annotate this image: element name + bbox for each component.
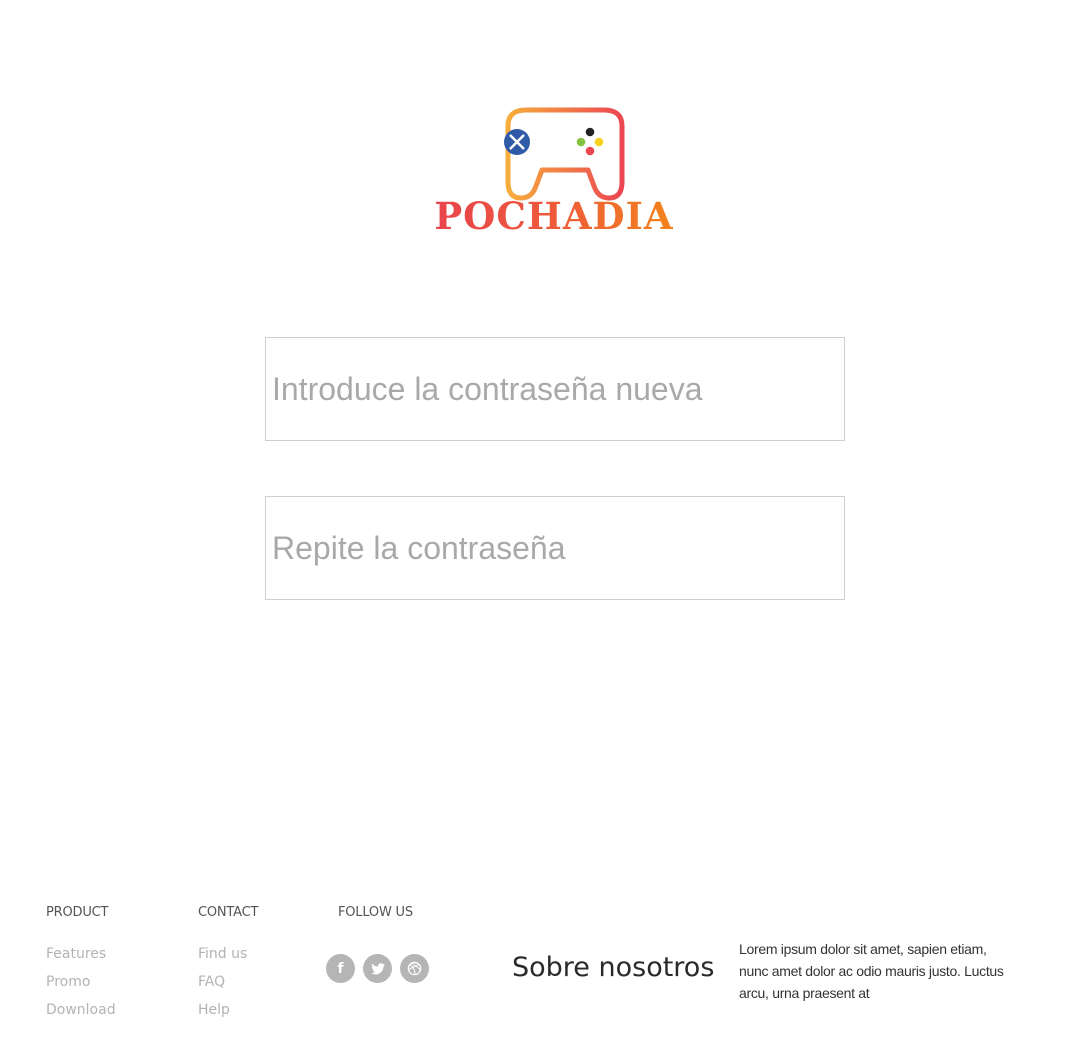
footer-product-column: PRODUCT Features Promo Download [46,904,116,1024]
footer-link-help[interactable]: Help [198,996,258,1024]
footer-link-find-us[interactable]: Find us [198,940,258,968]
dribbble-icon[interactable] [400,954,429,983]
new-password-input[interactable] [265,337,845,441]
footer-follow-title: FOLLOW US [338,905,413,920]
repeat-password-input[interactable] [265,496,845,600]
footer-follow-column: FOLLOW US [338,904,413,940]
footer-link-features[interactable]: Features [46,940,116,968]
footer-link-download[interactable]: Download [46,996,116,1024]
footer: PRODUCT Features Promo Download CONTACT … [0,890,1066,1051]
gamepad-icon [504,107,625,201]
pochadia-logo[interactable]: POCHADIA [416,104,696,240]
twitter-icon[interactable] [363,954,392,983]
footer-contact-column: CONTACT Find us FAQ Help [198,904,258,1024]
social-links: f [326,954,429,983]
about-text: Lorem ipsum dolor sit amet, sapien etiam… [739,941,1004,1001]
brand-name: POCHADIA [416,194,692,238]
footer-link-faq[interactable]: FAQ [198,968,258,996]
facebook-icon[interactable]: f [326,954,355,983]
footer-contact-title: CONTACT [198,905,259,920]
footer-product-title: PRODUCT [46,905,109,920]
footer-link-promo[interactable]: Promo [46,968,116,996]
about-title: Sobre nosotros [512,952,715,983]
